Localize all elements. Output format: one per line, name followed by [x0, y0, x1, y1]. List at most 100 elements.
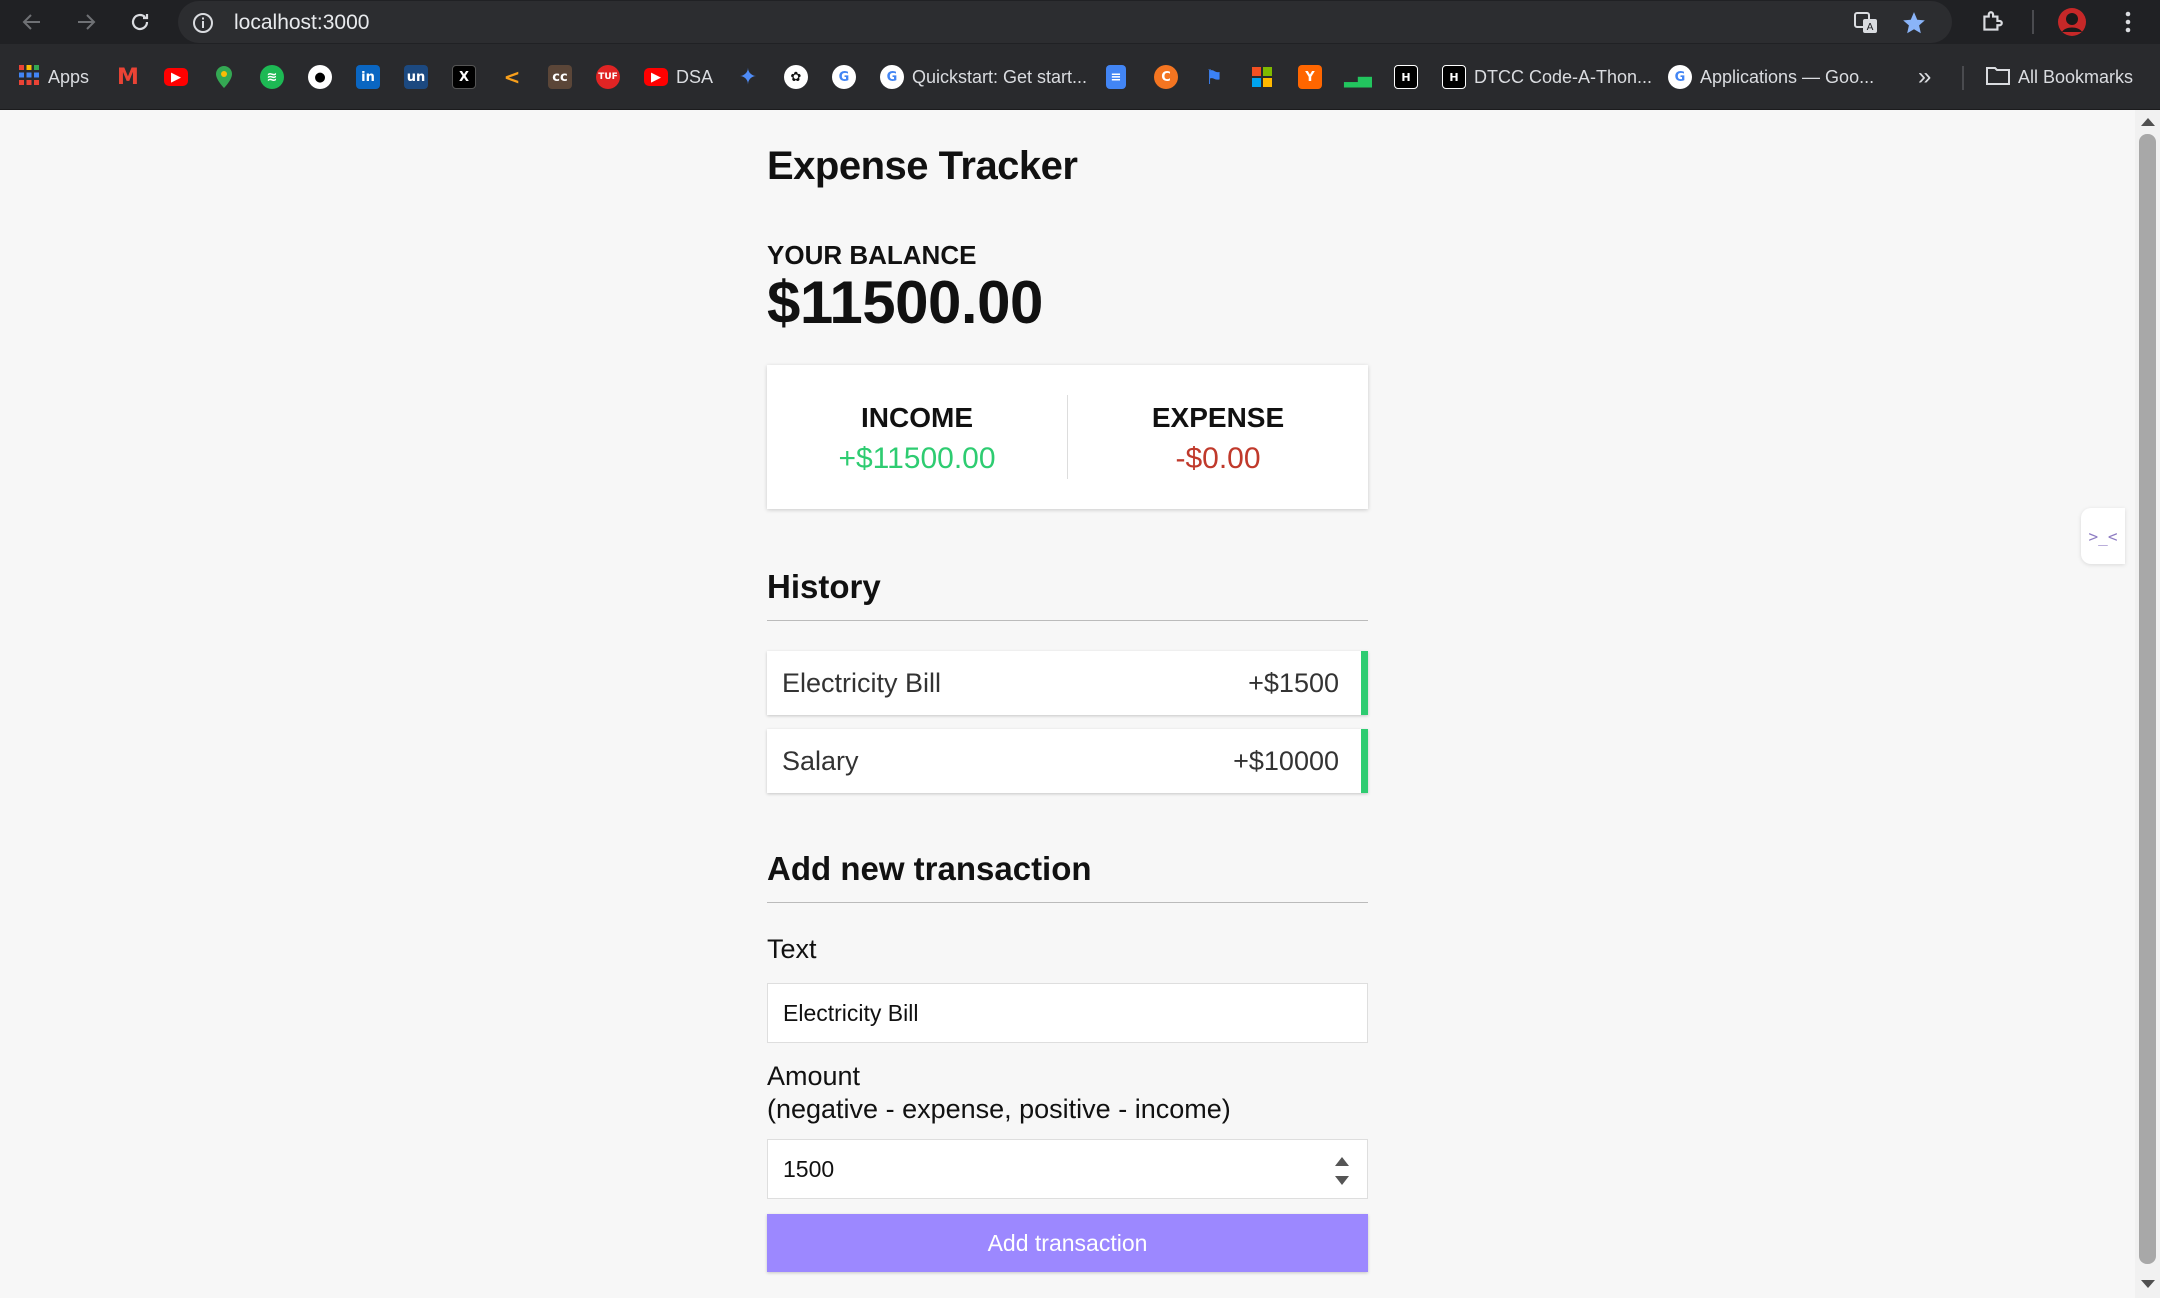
bookmark-label: DTCC Code-A-Thon...	[1474, 66, 1653, 87]
chatgpt-icon: ✿	[784, 65, 808, 89]
kebab-menu-icon	[2125, 11, 2131, 33]
bookmark-label: DSA	[676, 66, 714, 87]
decrement-arrow-icon[interactable]	[1335, 1176, 1349, 1185]
income-section: INCOME +$11500.00	[767, 365, 1067, 509]
history-item-text: Salary	[782, 745, 859, 776]
history-item-amount: +$10000	[1233, 745, 1339, 776]
history-item[interactable]: Salary +$10000	[767, 729, 1368, 793]
text-field-label: Text	[767, 934, 817, 964]
ycombinator-icon: Y	[1298, 65, 1322, 89]
bookmark-x[interactable]: X	[452, 62, 476, 92]
bookmark-label: Applications — Goo...	[1700, 66, 1875, 87]
crunchyroll-icon: C	[1154, 65, 1178, 89]
bookmark-star-icon[interactable]	[1900, 9, 1928, 37]
extensions-button[interactable]	[1974, 4, 2010, 40]
all-bookmarks-label: All Bookmarks	[2018, 66, 2134, 87]
bookmark-spotify[interactable]: ≋	[260, 62, 284, 92]
bookmark-ycombinator[interactable]: Y	[1298, 62, 1322, 92]
hackerrank-icon: H	[1442, 65, 1466, 89]
bookmark-youtube[interactable]: ▶	[164, 62, 188, 92]
unstop-icon: un	[404, 65, 428, 89]
bookmark-gemini[interactable]: ✦	[736, 62, 760, 92]
translate-icon[interactable]: A	[1852, 9, 1880, 37]
all-bookmarks[interactable]: All Bookmarks	[1986, 62, 2133, 92]
address-bar[interactable]: localhost:3000 A	[178, 1, 1952, 43]
bookmark-codechef[interactable]: cc	[548, 62, 572, 92]
svg-text:A: A	[1867, 22, 1874, 33]
bookmark-google[interactable]: G	[832, 62, 856, 92]
bookmark-linkedin[interactable]: in	[356, 62, 380, 92]
amount-label-main: Amount	[767, 1061, 861, 1091]
menu-button[interactable]	[2110, 4, 2146, 40]
balance-label: YOUR BALANCE	[767, 240, 977, 270]
bookmark-quickstart[interactable]: G Quickstart: Get start...	[880, 62, 1087, 92]
text-input[interactable]: Electricity Bill	[767, 983, 1368, 1043]
scroll-up-arrow-icon[interactable]	[2141, 118, 2155, 126]
puzzle-icon	[1983, 11, 2003, 31]
google-maps-icon	[212, 65, 236, 89]
increment-arrow-icon[interactable]	[1335, 1157, 1349, 1166]
url-text[interactable]: localhost:3000	[234, 11, 369, 35]
income-expense-card: INCOME +$11500.00 EXPENSE -$0.00	[767, 365, 1368, 509]
side-panel-toggle[interactable]: >_<	[2081, 508, 2125, 564]
bookmark-flag[interactable]: ⚑	[1202, 62, 1226, 92]
bookmark-maps[interactable]	[212, 62, 236, 92]
bookmark-chart[interactable]: ▂▄	[1344, 62, 1372, 92]
page-viewport: Expense Tracker YOUR BALANCE $11500.00 I…	[0, 110, 2135, 1298]
leetcode-icon: <	[503, 65, 521, 89]
bookmark-gmail[interactable]: M	[116, 62, 140, 92]
avatar-icon	[2058, 8, 2086, 36]
bookmark-label: Apps	[48, 66, 90, 87]
profile-avatar[interactable]	[2054, 4, 2090, 40]
add-transaction-title: Add new transaction	[767, 850, 1368, 903]
scroll-down-arrow-icon[interactable]	[2141, 1280, 2155, 1288]
amount-label-hint: (negative - expense, positive - income)	[767, 1094, 1231, 1124]
bookmark-crunchyroll[interactable]: C	[1154, 62, 1178, 92]
bookmark-unstop[interactable]: un	[404, 62, 428, 92]
youtube-icon: ▶	[164, 68, 188, 86]
bookmark-microsoft[interactable]	[1250, 62, 1274, 92]
bookmark-applications[interactable]: G Applications — Goo...	[1668, 62, 1874, 92]
history-item[interactable]: Electricity Bill +$1500	[767, 651, 1368, 715]
google-icon: G	[880, 65, 904, 89]
bookmarks-overflow-button[interactable]: »	[1918, 62, 1931, 92]
income-label: INCOME	[861, 402, 973, 433]
bookmark-tuf[interactable]: TUF	[596, 62, 620, 92]
bookmark-hackerrank[interactable]: H	[1394, 62, 1418, 92]
back-button[interactable]	[14, 4, 50, 40]
gmail-icon: M	[117, 64, 139, 90]
bookmarks-bar: Apps M ▶ ≋ ● in un X < cc TUF ▶ DSA ✦ ✿ …	[0, 44, 2160, 110]
scrollbar-thumb[interactable]	[2139, 134, 2156, 1264]
browser-toolbar: localhost:3000 A	[0, 0, 2160, 44]
bookmark-apps[interactable]: Apps	[18, 62, 89, 92]
chevron-double-right-icon: »	[1918, 63, 1932, 90]
bookmark-dtcc[interactable]: H DTCC Code-A-Thon...	[1442, 62, 1652, 92]
gemini-icon: ✦	[738, 64, 758, 90]
spotify-icon: ≋	[260, 65, 284, 89]
bookmark-chatgpt[interactable]: ✿	[784, 62, 808, 92]
forward-button[interactable]	[68, 4, 104, 40]
site-info-icon[interactable]	[192, 12, 214, 39]
bookmark-github[interactable]: ●	[308, 62, 332, 92]
bookmark-leetcode[interactable]: <	[500, 62, 524, 92]
amount-input[interactable]: 1500	[767, 1139, 1368, 1199]
vertical-scrollbar[interactable]	[2135, 110, 2160, 1298]
balance-value: $11500.00	[767, 269, 1043, 336]
bookmark-docs[interactable]: ≡	[1106, 62, 1126, 92]
expense-label: EXPENSE	[1151, 402, 1285, 433]
arrow-right-icon	[78, 14, 96, 30]
history-title: History	[767, 568, 1368, 621]
add-transaction-button[interactable]: Add transaction	[767, 1214, 1368, 1272]
expense-value: -$0.00	[1175, 442, 1261, 475]
github-icon: ●	[308, 65, 332, 89]
number-spinner[interactable]	[1333, 1157, 1351, 1185]
bookmark-label: Quickstart: Get start...	[912, 66, 1088, 87]
flag-icon: ⚑	[1205, 65, 1223, 89]
hackerrank-icon: H	[1394, 65, 1418, 89]
reload-button[interactable]	[122, 4, 158, 40]
youtube-icon: ▶	[644, 68, 668, 86]
bookmark-dsa[interactable]: ▶ DSA	[644, 62, 713, 92]
linkedin-icon: in	[356, 65, 380, 89]
amount-input-value: 1500	[783, 1155, 835, 1182]
tuf-icon: TUF	[596, 65, 620, 89]
